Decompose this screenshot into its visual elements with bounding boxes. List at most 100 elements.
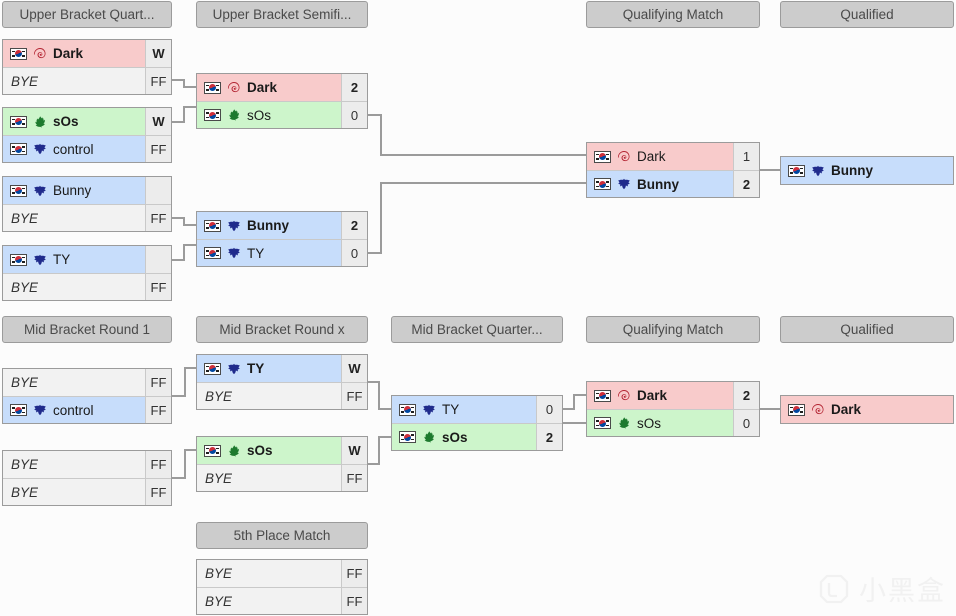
round-header-ub-qualifying[interactable]: Qualifying Match — [586, 1, 760, 28]
mbqf-match-1[interactable]: TY 0 sOs 2 — [391, 395, 563, 451]
opponent-cell[interactable]: Bunny — [587, 171, 733, 197]
flag-icon-kr — [594, 417, 611, 429]
opponent-cell[interactable]: BYE — [197, 383, 341, 409]
match-row[interactable]: BYE FF — [3, 204, 171, 231]
match-row[interactable]: Dark — [781, 396, 953, 423]
opponent-cell[interactable]: BYE — [3, 369, 145, 396]
opponent-cell[interactable]: Bunny — [781, 157, 953, 184]
ubqf-match-3[interactable]: Bunny BYE FF — [2, 176, 172, 232]
match-row[interactable]: sOs W — [197, 437, 367, 464]
player-name: TY — [442, 402, 460, 417]
opponent-cell[interactable]: TY — [197, 240, 341, 266]
bracket-connector-4 — [183, 106, 185, 123]
round-header-mb-round1[interactable]: Mid Bracket Round 1 — [2, 316, 172, 343]
opponent-cell[interactable]: sOs — [3, 108, 145, 135]
match-row[interactable]: TY 0 — [197, 239, 367, 266]
mb-qualified-slot[interactable]: Dark — [780, 395, 954, 424]
opponent-cell[interactable]: BYE — [3, 205, 145, 231]
match-row[interactable]: sOs W — [3, 108, 171, 135]
match-row[interactable]: BYE FF — [3, 273, 171, 300]
flag-icon-kr — [10, 184, 27, 197]
mbr1-match-2[interactable]: BYE FF BYE FF — [2, 450, 172, 506]
match-row[interactable]: BYE FF — [197, 464, 367, 491]
match-row[interactable]: Bunny — [3, 177, 171, 204]
opponent-cell[interactable]: Dark — [587, 143, 733, 170]
opponent-cell[interactable]: Dark — [197, 74, 341, 101]
match-row[interactable]: Bunny 2 — [587, 170, 759, 197]
round-header-ub-quarterfinals[interactable]: Upper Bracket Quart... — [2, 1, 172, 28]
opponent-cell[interactable]: TY — [392, 396, 536, 423]
match-row[interactable]: sOs 2 — [392, 423, 562, 450]
match-row[interactable]: TY — [3, 246, 171, 273]
match-row[interactable]: Bunny — [781, 157, 953, 184]
round-header-mb-quarterfinals[interactable]: Mid Bracket Quarter... — [391, 316, 563, 343]
opponent-cell[interactable]: Dark — [3, 40, 145, 67]
round-header-mb-qualifying[interactable]: Qualifying Match — [586, 316, 760, 343]
opponent-cell[interactable]: Bunny — [3, 177, 145, 204]
match-row[interactable]: BYE FF — [197, 382, 367, 409]
opponent-cell[interactable]: sOs — [197, 437, 341, 464]
match-row[interactable]: control FF — [3, 135, 171, 162]
fifth-place-match[interactable]: BYE FF BYE FF — [196, 559, 368, 615]
match-row[interactable]: sOs 0 — [587, 409, 759, 436]
flag-icon-kr — [204, 444, 221, 457]
score-cell: FF — [341, 560, 367, 587]
opponent-cell[interactable]: control — [3, 136, 145, 162]
opponent-cell[interactable]: sOs — [392, 424, 536, 450]
opponent-cell[interactable]: BYE — [3, 479, 145, 505]
match-row[interactable]: TY W — [197, 355, 367, 382]
opponent-cell[interactable]: TY — [3, 246, 145, 273]
ub-qualified-slot[interactable]: Bunny — [780, 156, 954, 185]
ubqf-match-2[interactable]: sOs Wcontrol FF — [2, 107, 172, 163]
race-icon-terran — [228, 220, 240, 231]
opponent-cell[interactable]: sOs — [587, 410, 733, 436]
match-row[interactable]: Dark W — [3, 40, 171, 67]
ubsf-match-2[interactable]: Bunny 2 TY 0 — [196, 211, 368, 267]
round-header-mb-roundx[interactable]: Mid Bracket Round x — [196, 316, 368, 343]
round-header-mb-qualified[interactable]: Qualified — [780, 316, 954, 343]
ubqf-match-1[interactable]: Dark W BYE FF — [2, 39, 172, 95]
match-row[interactable]: Dark 1 — [587, 143, 759, 170]
match-row[interactable]: BYE FF — [197, 587, 367, 614]
match-row[interactable]: Bunny 2 — [197, 212, 367, 239]
opponent-cell[interactable]: sOs — [197, 102, 341, 128]
score-cell: FF — [145, 274, 171, 300]
ubqf-match-4[interactable]: TY BYE FF — [2, 245, 172, 301]
match-row[interactable]: BYE FF — [3, 67, 171, 94]
match-row[interactable]: BYE FF — [3, 451, 171, 478]
opponent-cell[interactable]: control — [3, 397, 145, 423]
opponent-cell[interactable]: BYE — [3, 451, 145, 478]
match-row[interactable]: control FF — [3, 396, 171, 423]
ubsf-match-1[interactable]: Dark 2 sOs 0 — [196, 73, 368, 129]
match-row[interactable]: sOs 0 — [197, 101, 367, 128]
race-icon-zerg — [617, 150, 630, 161]
opponent-cell[interactable]: BYE — [197, 588, 341, 614]
opponent-cell[interactable]: BYE — [197, 465, 341, 491]
round-header-ub-semifinals[interactable]: Upper Bracket Semifi... — [196, 1, 368, 28]
match-row[interactable]: Dark 2 — [197, 74, 367, 101]
bracket-connector-29 — [378, 436, 380, 465]
opponent-cell[interactable]: Bunny — [197, 212, 341, 239]
round-header-ub-qualified[interactable]: Qualified — [780, 1, 954, 28]
opponent-cell[interactable]: TY — [197, 355, 341, 382]
mbrx-match-2[interactable]: sOs W BYE FF — [196, 436, 368, 492]
score-cell: 2 — [733, 382, 759, 409]
opponent-cell[interactable]: BYE — [197, 560, 341, 587]
opponent-cell[interactable]: BYE — [3, 68, 145, 94]
mb-qualifying-match[interactable]: Dark 2 sOs 0 — [586, 381, 760, 437]
match-row[interactable]: BYE FF — [3, 369, 171, 396]
ub-qualifying-match[interactable]: Dark 1 Bunny 2 — [586, 142, 760, 198]
match-row[interactable]: BYE FF — [3, 478, 171, 505]
opponent-cell[interactable]: Dark — [587, 382, 733, 409]
player-name: Dark — [53, 46, 84, 61]
match-row[interactable]: BYE FF — [197, 560, 367, 587]
mbr1-match-1[interactable]: BYE FF control FF — [2, 368, 172, 424]
opponent-cell[interactable]: Dark — [781, 396, 953, 423]
round-header-fifth-place[interactable]: 5th Place Match — [196, 522, 368, 549]
opponent-cell[interactable]: BYE — [3, 274, 145, 300]
match-row[interactable]: Dark 2 — [587, 382, 759, 409]
score-cell: FF — [145, 136, 171, 162]
score-cell — [145, 177, 171, 204]
match-row[interactable]: TY 0 — [392, 396, 562, 423]
mbrx-match-1[interactable]: TY W BYE FF — [196, 354, 368, 410]
